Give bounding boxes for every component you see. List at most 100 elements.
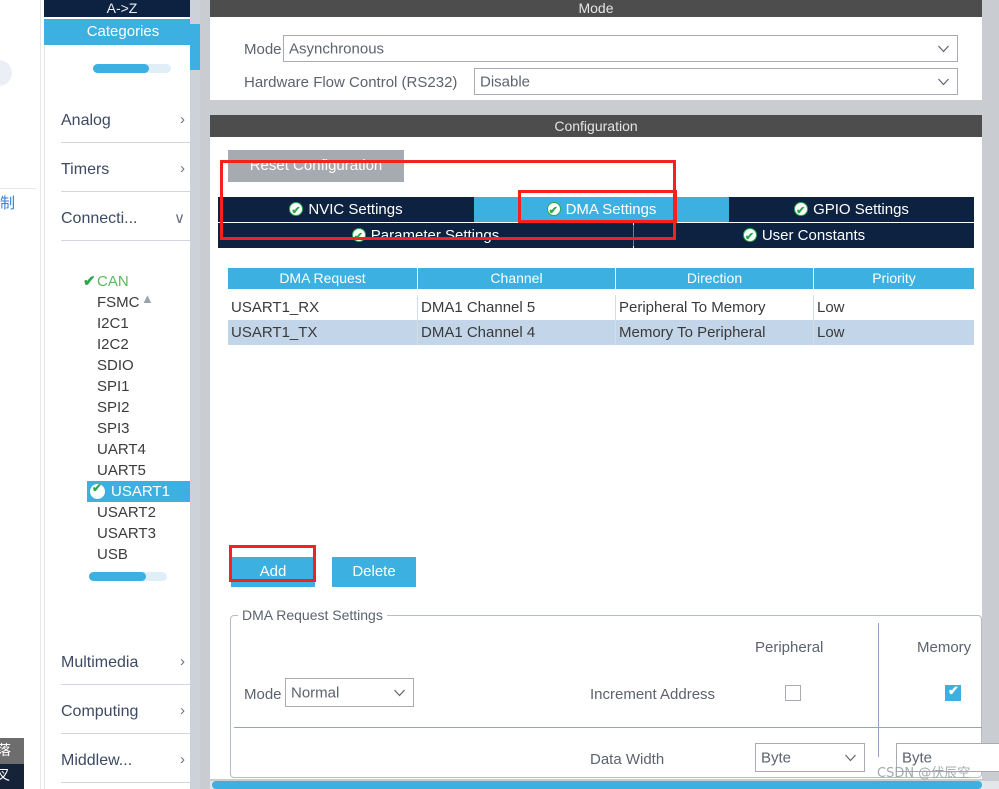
tab-a-to-z[interactable]: A->Z xyxy=(44,0,200,17)
edge-dark-badge: 叉 xyxy=(0,764,24,789)
list-scroll-up-icon[interactable]: ▲ xyxy=(141,292,154,305)
check-circle-icon xyxy=(794,199,809,224)
reset-configuration-button[interactable]: Reset Configuration xyxy=(228,150,404,182)
sidebar-item-can[interactable]: CAN xyxy=(97,271,129,292)
chevron-right-icon: › xyxy=(180,653,185,670)
sidebar-group-timers-label: Timers xyxy=(61,161,110,178)
data-width-label: Data Width xyxy=(590,751,665,768)
category-mini-scrollbar-thumb-bottom[interactable] xyxy=(89,572,146,581)
category-panel-body: Analog › Timers › Connecti... ∨ ▲ ✔ CAN … xyxy=(44,46,194,789)
sidebar-group-middleware-label: Middlew... xyxy=(61,752,133,769)
sidebar-item-spi2[interactable]: SPI2 xyxy=(97,397,130,418)
column-header-dma-request[interactable]: DMA Request xyxy=(228,268,418,289)
sidebar-item-sdio[interactable]: SDIO xyxy=(97,355,134,376)
sidebar-group-multimedia-label: Multimedia xyxy=(61,654,139,671)
sidebar-item-fsmc[interactable]: FSMC xyxy=(97,292,140,313)
data-width-peripheral-value: Byte xyxy=(761,749,792,766)
sidebar-item-i2c1[interactable]: I2C1 xyxy=(97,313,129,334)
tab-row2-separator xyxy=(633,225,634,246)
mode-field-label: Mode xyxy=(244,41,282,58)
panel-scrollbar-thumb[interactable] xyxy=(190,24,200,70)
cell-dma-request: USART1_RX xyxy=(228,295,418,320)
dma-request-settings-legend: DMA Request Settings xyxy=(238,607,387,623)
tab-user-constants-label: User Constants xyxy=(761,227,866,244)
check-circle-icon xyxy=(90,481,105,499)
settings-row-divider-left xyxy=(234,727,878,728)
table-row[interactable]: USART1_TX DMA1 Channel 4 Memory To Perip… xyxy=(228,320,974,345)
column-label-peripheral: Peripheral xyxy=(755,639,824,656)
tab-parameter-settings[interactable]: Parameter Settings xyxy=(218,223,633,250)
category-mini-scrollbar-thumb-top[interactable] xyxy=(93,64,149,73)
mode-select[interactable]: Asynchronous xyxy=(283,35,958,62)
sidebar-group-connectivity[interactable]: Connecti... ∨ xyxy=(61,208,191,241)
dma-mode-label: Mode xyxy=(244,686,282,703)
dma-mode-select[interactable]: Normal xyxy=(285,678,414,707)
table-row[interactable]: USART1_RX DMA1 Channel 5 Peripheral To M… xyxy=(228,295,974,320)
chevron-right-icon: › xyxy=(180,702,185,719)
tab-dma-settings[interactable]: DMA Settings xyxy=(474,197,729,224)
sidebar-group-analog-label: Analog xyxy=(61,112,111,129)
sidebar-group-computing[interactable]: Computing › xyxy=(61,701,191,734)
main-content-area: Mode Mode Asynchronous Hardware Flow Con… xyxy=(200,0,999,789)
sidebar-group-timers[interactable]: Timers › xyxy=(61,159,191,192)
edge-gray-badge-label: 落 xyxy=(0,743,11,759)
panel-scrollbar-track[interactable] xyxy=(190,0,200,789)
check-circle-icon xyxy=(742,225,757,250)
sidebar-group-connectivity-label: Connecti... xyxy=(61,210,138,227)
column-header-direction[interactable]: Direction xyxy=(616,268,814,289)
tab-categories[interactable]: Categories xyxy=(44,19,202,45)
check-icon: ✔ xyxy=(83,273,96,290)
cell-direction: Peripheral To Memory xyxy=(616,295,814,320)
sidebar-item-uart5[interactable]: UART5 xyxy=(97,460,146,481)
sidebar-item-uart4[interactable]: UART4 xyxy=(97,439,146,460)
sidebar-group-analog[interactable]: Analog › xyxy=(61,110,191,143)
chevron-right-icon: › xyxy=(180,160,185,177)
left-edge-strip: 制 xyxy=(0,0,41,789)
column-header-priority[interactable]: Priority xyxy=(814,268,974,289)
chevron-right-icon: › xyxy=(180,111,185,128)
cell-priority: Low xyxy=(817,324,845,341)
increment-address-label: Increment Address xyxy=(590,686,716,703)
settings-row-divider-right xyxy=(879,727,982,728)
mode-select-value: Asynchronous xyxy=(289,40,385,57)
increment-address-peripheral-checkbox[interactable] xyxy=(785,685,801,701)
tab-gpio-settings[interactable]: GPIO Settings xyxy=(729,197,974,224)
chevron-down-icon xyxy=(938,78,949,85)
column-label-memory: Memory xyxy=(917,639,972,656)
check-circle-icon xyxy=(289,199,304,224)
dma-mode-value: Normal xyxy=(291,684,340,701)
sidebar-item-i2c2[interactable]: I2C2 xyxy=(97,334,129,355)
mode-section-header: Mode xyxy=(210,0,982,17)
check-circle-icon xyxy=(351,225,366,250)
edge-circle-decoration xyxy=(0,60,12,86)
app-root: 制 落 叉 A->Z Categories Analog › Timers › … xyxy=(0,0,999,789)
hw-flow-control-select[interactable]: Disable xyxy=(474,68,958,95)
data-width-peripheral-select[interactable]: Byte xyxy=(755,743,865,772)
tab-user-constants[interactable]: User Constants xyxy=(634,223,974,250)
edge-dark-badge-label: 叉 xyxy=(0,768,10,784)
sidebar-item-usb[interactable]: USB xyxy=(97,544,128,565)
peripheral-category-panel: A->Z Categories Analog › Timers › Connec… xyxy=(41,0,202,789)
add-button[interactable]: Add xyxy=(231,557,315,587)
sidebar-group-multimedia[interactable]: Multimedia › xyxy=(61,652,191,685)
sidebar-group-computing-label: Computing xyxy=(61,703,139,720)
column-header-channel[interactable]: Channel xyxy=(418,268,616,289)
chevron-down-icon: ∨ xyxy=(174,210,185,227)
tab-nvic-settings[interactable]: NVIC Settings xyxy=(218,197,474,224)
edge-divider xyxy=(0,188,36,189)
configuration-section-body: Reset Configuration NVIC Settings DMA Se… xyxy=(210,137,999,779)
check-circle-icon xyxy=(546,199,561,224)
settings-column-divider xyxy=(878,623,879,757)
increment-address-memory-checkbox[interactable] xyxy=(945,683,961,701)
sidebar-item-usart2[interactable]: USART2 xyxy=(97,502,156,523)
tab-nvic-settings-label: NVIC Settings xyxy=(308,201,403,218)
sidebar-item-spi3[interactable]: SPI3 xyxy=(97,418,130,439)
sidebar-item-spi1[interactable]: SPI1 xyxy=(97,376,130,397)
chevron-down-icon xyxy=(394,689,405,696)
horizontal-scrollbar-thumb[interactable] xyxy=(212,781,982,789)
sidebar-group-middleware[interactable]: Middlew... › xyxy=(61,750,191,783)
chevron-down-icon xyxy=(938,45,949,52)
tab-gpio-settings-label: GPIO Settings xyxy=(813,201,909,218)
sidebar-item-usart3[interactable]: USART3 xyxy=(97,523,156,544)
delete-button[interactable]: Delete xyxy=(332,557,416,587)
